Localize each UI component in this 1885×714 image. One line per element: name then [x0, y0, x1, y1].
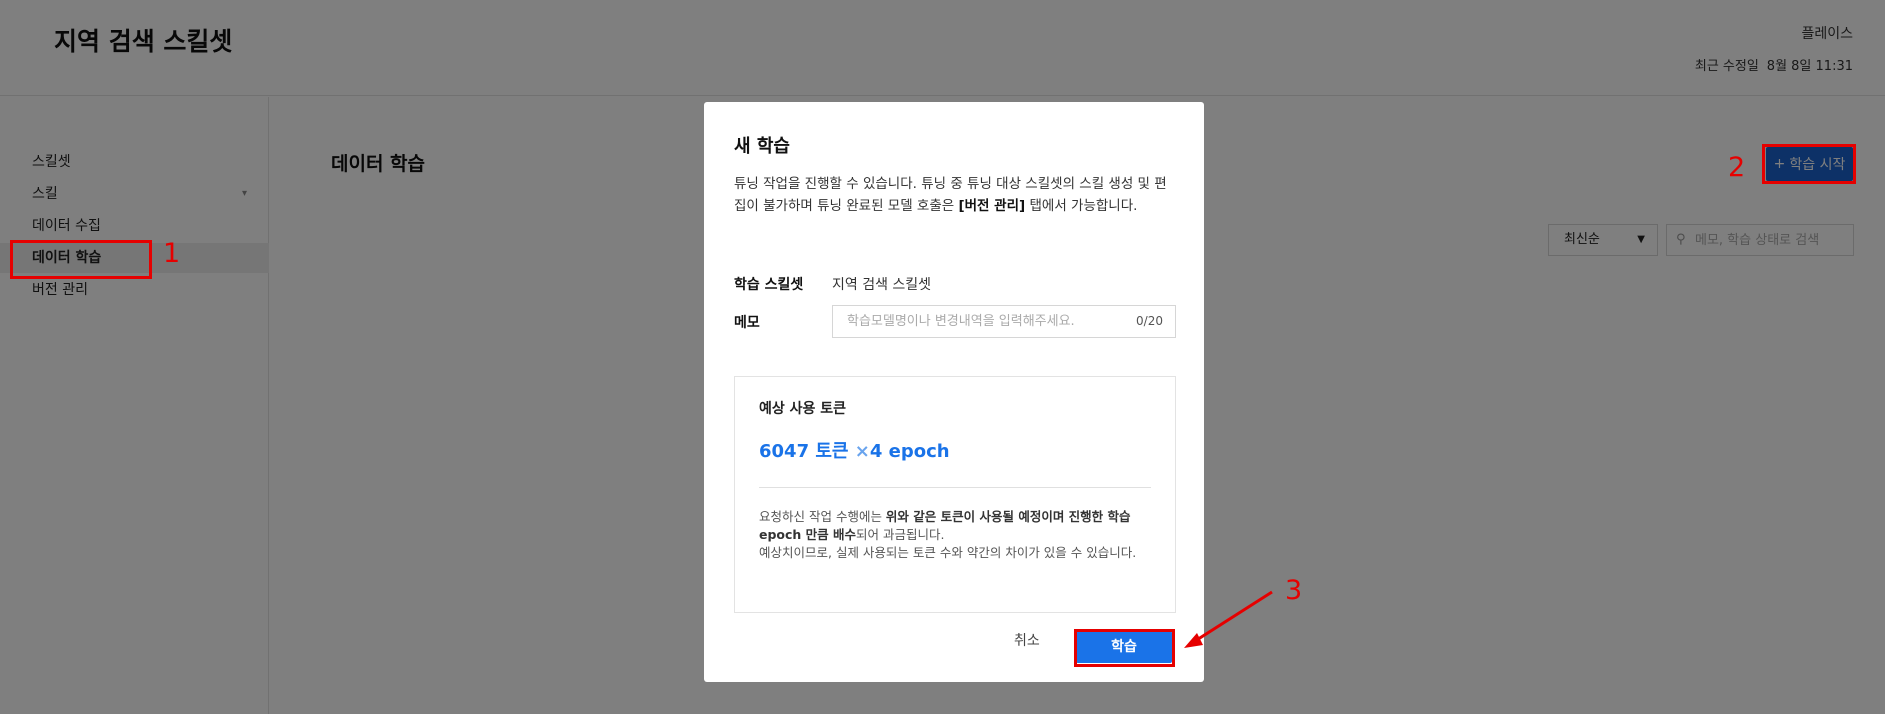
annotation-arrow: [1184, 590, 1273, 648]
